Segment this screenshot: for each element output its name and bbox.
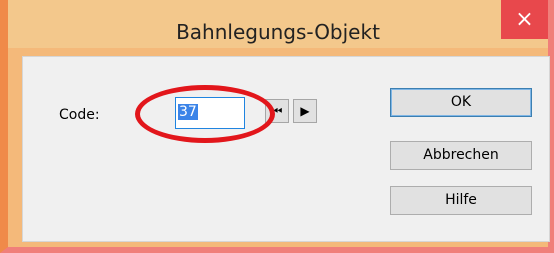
close-icon: × [515,7,534,32]
cancel-button[interactable]: Abbrechen [390,141,532,170]
code-input-value: 37 [178,104,198,120]
ok-button[interactable]: OK [390,88,532,117]
code-input[interactable]: 37 [175,97,245,129]
code-label: Code: [59,107,100,123]
first-record-icon: ⏮ [271,104,283,118]
help-button[interactable]: Hilfe [390,186,532,215]
close-button[interactable]: × [501,0,548,39]
next-record-button[interactable]: ▶ [293,99,317,123]
first-record-button[interactable]: ⏮ [265,99,289,123]
next-record-icon: ▶ [300,104,310,118]
dialog-client-area: Code: 37 ⏮ ▶ OK Abbrechen Hilfe [22,56,550,242]
title-bar[interactable]: Bahnlegungs-Objekt × [8,0,548,48]
window-title: Bahnlegungs-Objekt [176,20,380,44]
dialog-window: Bahnlegungs-Objekt × Code: 37 ⏮ ▶ OK Abb… [0,0,554,253]
